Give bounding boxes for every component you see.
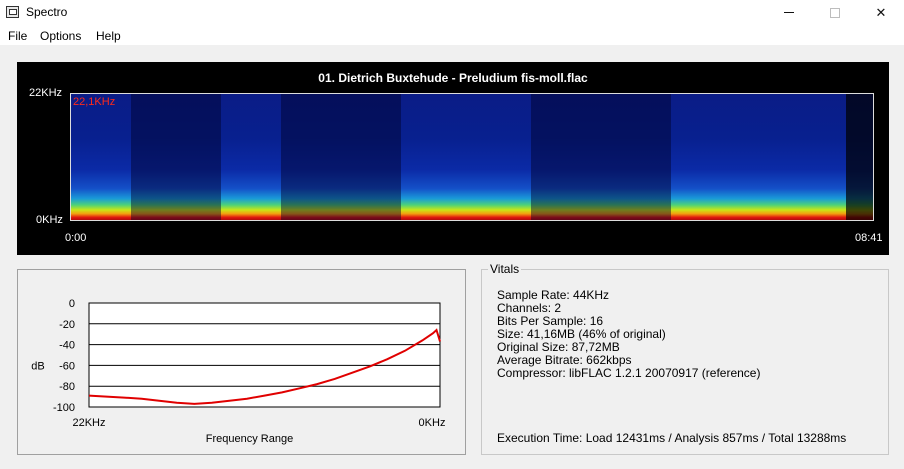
y-tick-label: -20 [59, 319, 75, 331]
spectrogram-dark-band [131, 94, 221, 220]
channels: Channels: 2 [497, 301, 562, 315]
minimize-button[interactable] [766, 0, 812, 26]
time-end-label: 08:41 [855, 232, 883, 244]
maximize-icon [830, 8, 840, 18]
file-size: Size: 41,16MB (46% of original) [497, 327, 666, 341]
peak-frequency-label: 22,1KHz [73, 96, 116, 108]
spectrogram-image: 22,1KHz [70, 93, 874, 221]
y-axis-label: dB [31, 360, 44, 372]
vitals-legend: Vitals [488, 262, 522, 276]
menu-options[interactable]: Options [40, 29, 81, 43]
y-tick-label: -80 [59, 381, 75, 393]
minimize-icon [784, 12, 794, 13]
menu-file[interactable]: File [8, 29, 27, 43]
spectrogram-title: 01. Dietrich Buxtehude - Preludium fis-m… [318, 71, 588, 85]
original-size: Original Size: 87,72MB [497, 340, 620, 354]
vitals-group: Vitals Sample Rate: 44KHz Channels: 2 Bi… [481, 262, 889, 455]
y-tick-label: -60 [59, 360, 75, 372]
freq-bottom-label: 0KHz [36, 214, 63, 226]
maximize-button[interactable] [812, 0, 858, 26]
app-icon [6, 6, 19, 18]
plot-area [88, 302, 441, 408]
y-tick-label: 0 [69, 298, 75, 310]
frequency-graph-panel: 0 -20 -40 -60 -80 -100 dB 22KHz 0KHz Frequency Ra… [17, 269, 466, 455]
spectrogram-panel: 01. Dietrich Buxtehude - Preludium fis-m… [17, 62, 889, 255]
menu-bar: File Options Help [0, 26, 904, 46]
spectrogram-dark-band [281, 94, 401, 220]
freq-top-label: 22KHz [29, 87, 63, 99]
window-title: Spectro [26, 5, 68, 19]
average-bitrate: Average Bitrate: 662kbps [497, 353, 632, 367]
execution-time: Execution Time: Load 12431ms / Analysis … [497, 431, 847, 445]
close-button[interactable]: ✕ [858, 0, 904, 26]
y-tick-label: -40 [59, 340, 75, 352]
frequency-chart: 0 -20 -40 -60 -80 -100 dB 22KHz 0KHz Frequency Ra… [31, 298, 446, 445]
time-start-label: 0:00 [65, 232, 87, 244]
spectrogram-dark-band [846, 94, 873, 220]
title-bar: Spectro ✕ [0, 0, 904, 26]
compressor: Compressor: libFLAC 1.2.1 20070917 (refe… [497, 366, 761, 380]
x-tick-label: 22KHz [72, 417, 105, 429]
bits-per-sample: Bits Per Sample: 16 [497, 314, 604, 328]
x-axis-label: Frequency Range [206, 433, 293, 445]
spectrogram-dark-band [531, 94, 671, 220]
sample-rate: Sample Rate: 44KHz [497, 288, 610, 302]
close-icon: ✕ [875, 5, 887, 20]
menu-help[interactable]: Help [96, 29, 121, 43]
x-tick-label: 0KHz [419, 417, 446, 429]
y-tick-label: -100 [53, 402, 75, 414]
